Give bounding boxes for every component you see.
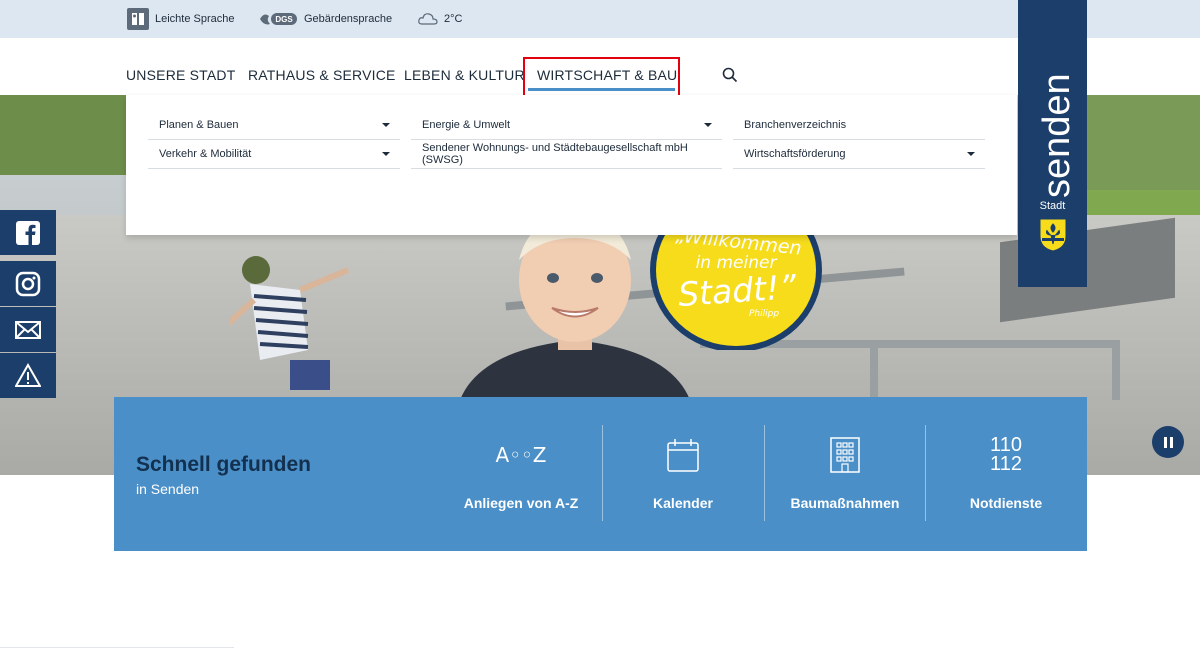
sign-language-icon: DGS [258, 10, 298, 28]
instagram-icon [15, 271, 41, 296]
logo-subtitle: Stadt [1039, 200, 1066, 212]
menu-item-branchenverzeichnis[interactable]: Branchenverzeichnis [733, 111, 985, 140]
divider [0, 647, 234, 648]
mega-menu-dropdown: Planen & Bauen Verkehr & Mobilität Energ… [126, 95, 1017, 235]
quick-find-panel: Schnell gefunden in Senden A◦◦Z Anliegen… [114, 397, 1087, 551]
sign-language-badge-text: DGS [275, 15, 293, 24]
easy-language-icon [127, 8, 149, 30]
menu-item-label: Branchenverzeichnis [744, 119, 847, 131]
nav-rathaus-service[interactable]: RATHAUS & SERVICE [248, 67, 396, 83]
menu-item-label: Verkehr & Mobilität [159, 148, 252, 160]
emergency-number-112: 112 [990, 453, 1022, 475]
quick-find-subtitle: in Senden [136, 481, 200, 497]
skater-figure [230, 256, 350, 390]
quick-link-label: Baumaßnahmen [790, 495, 900, 511]
slideshow-pause-button[interactable] [1152, 426, 1184, 458]
easy-language-link[interactable]: Leichte Sprache [127, 0, 235, 38]
building-icon [830, 435, 860, 475]
nav-focus-highlight [523, 57, 680, 97]
easy-language-label: Leichte Sprache [155, 13, 235, 25]
menu-item-planen-bauen[interactable]: Planen & Bauen [148, 111, 400, 140]
warning-icon [15, 362, 41, 387]
menu-item-swsg[interactable]: Sendener Wohnungs- und Städtebaugesellsc… [411, 140, 722, 169]
quick-link-baumassnahmen[interactable]: Baumaßnahmen [765, 425, 925, 521]
logo-name: senden [1036, 73, 1078, 198]
menu-item-verkehr-mobilitaet[interactable]: Verkehr & Mobilität [148, 140, 400, 169]
pause-icon [1163, 436, 1167, 448]
az-icon: A◦◦Z [495, 443, 547, 467]
quick-link-anliegen-az[interactable]: A◦◦Z Anliegen von A-Z [441, 425, 601, 521]
menu-item-label: Planen & Bauen [159, 119, 239, 131]
envelope-icon [15, 320, 41, 339]
warning-button[interactable] [0, 353, 56, 398]
facebook-button[interactable] [0, 210, 56, 255]
calendar-icon [667, 435, 699, 475]
badge-line-3: Stadt!” [677, 267, 799, 314]
menu-item-wirtschaftsfoerderung[interactable]: Wirtschaftsförderung [733, 140, 985, 169]
menu-item-energie-umwelt[interactable]: Energie & Umwelt [411, 111, 722, 140]
email-button[interactable] [0, 307, 56, 352]
sign-language-link[interactable]: DGS Gebärdensprache [258, 0, 392, 38]
quick-link-label: Kalender [653, 495, 713, 511]
quick-find-title: Schnell gefunden [136, 453, 312, 476]
weather-widget: 2°C [418, 0, 462, 38]
search-icon[interactable] [721, 66, 739, 84]
menu-item-label: Sendener Wohnungs- und Städtebaugesellsc… [422, 142, 688, 166]
chevron-down-icon[interactable] [704, 123, 712, 127]
weather-temperature: 2°C [444, 13, 463, 25]
cloud-icon [418, 12, 438, 26]
city-logo-wordmark: senden [1036, 73, 1078, 198]
quick-link-label: Notdienste [969, 495, 1043, 511]
nav-leben-kultur[interactable]: LEBEN & KULTUR [404, 67, 525, 83]
quick-link-label: Anliegen von A-Z [463, 495, 579, 511]
chevron-down-icon[interactable] [967, 152, 975, 156]
emergency-numbers-icon: 110 112 [990, 435, 1022, 475]
quick-link-kalender[interactable]: Kalender [603, 425, 763, 521]
instagram-button[interactable] [0, 261, 56, 306]
chevron-down-icon[interactable] [382, 152, 390, 156]
menu-item-label: Wirtschaftsförderung [744, 148, 846, 160]
sign-language-label: Gebärdensprache [304, 13, 393, 25]
chevron-down-icon[interactable] [382, 123, 390, 127]
badge-signature: Philipp [749, 309, 779, 319]
menu-item-label: Energie & Umwelt [422, 119, 511, 131]
facebook-icon [16, 220, 40, 245]
nav-unsere-stadt[interactable]: UNSERE STADT [126, 67, 236, 83]
city-crest-icon [1039, 218, 1067, 252]
quick-link-notdienste[interactable]: 110 112 Notdienste [926, 425, 1086, 521]
